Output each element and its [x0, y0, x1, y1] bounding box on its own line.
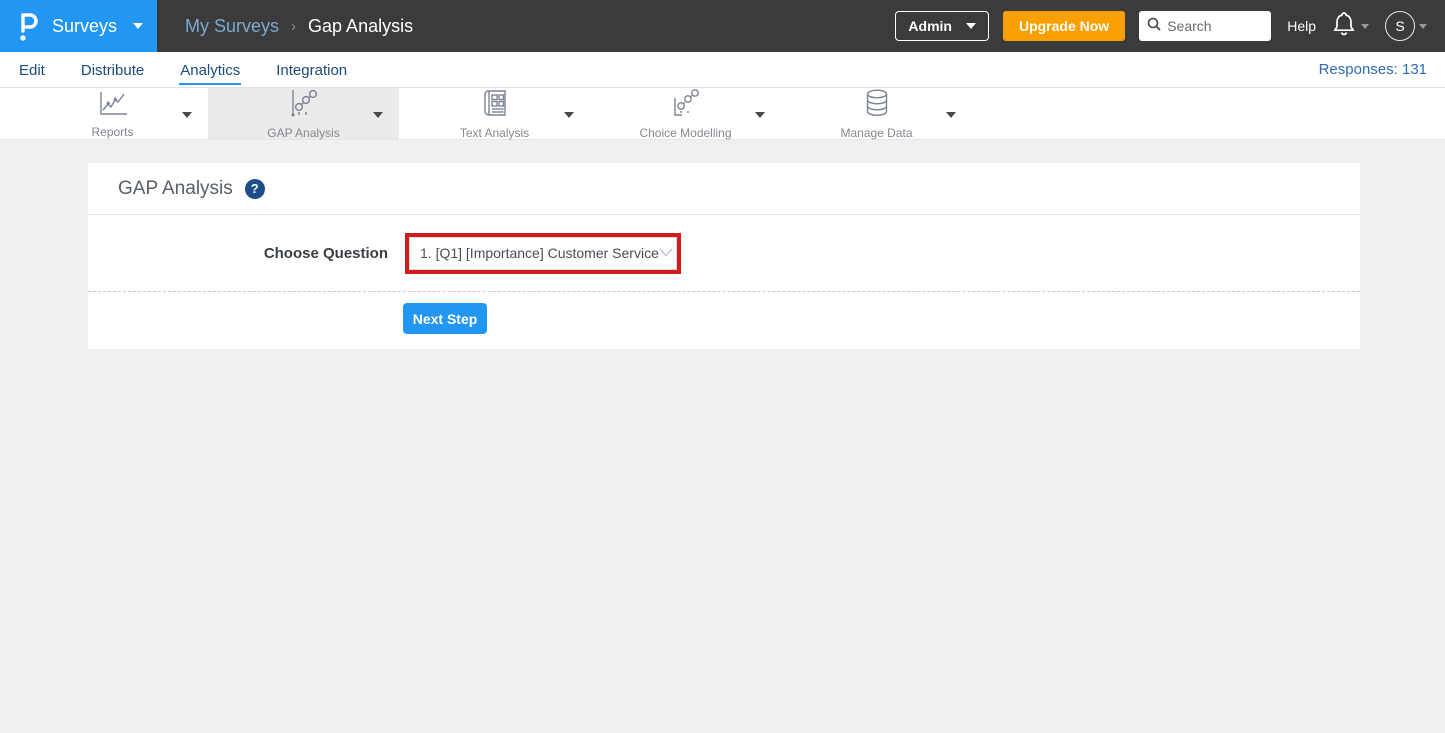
breadcrumb-current: Gap Analysis — [308, 16, 413, 37]
chevron-down-icon — [659, 244, 673, 262]
tab-text-analysis[interactable]: Text Analysis — [399, 88, 590, 139]
tab-dropdown-caret-icon[interactable] — [182, 112, 192, 118]
breadcrumb-separator-icon: › — [291, 18, 296, 35]
tab-reports[interactable]: Reports — [17, 88, 208, 139]
tab-manage-data[interactable]: Manage Data — [781, 88, 972, 139]
responses-count: Responses: 131 — [1319, 61, 1427, 78]
tab-dropdown-caret-icon[interactable] — [946, 112, 956, 118]
chevron-down-icon — [1419, 24, 1427, 29]
admin-menu-button[interactable]: Admin — [895, 11, 989, 41]
chevron-down-icon — [133, 23, 143, 29]
search-icon — [1147, 17, 1161, 36]
database-icon — [862, 88, 892, 123]
gap-analysis-panel: GAP Analysis ? Choose Question 1. [Q1] [… — [88, 163, 1360, 349]
choose-question-row: Choose Question 1. [Q1] [Importance] Cus… — [88, 215, 1360, 291]
newspaper-icon — [479, 88, 511, 123]
choose-question-label: Choose Question — [88, 245, 388, 262]
tab-edit[interactable]: Edit — [18, 55, 46, 85]
breadcrumb-my-surveys[interactable]: My Surveys — [185, 16, 279, 37]
search-input[interactable] — [1167, 18, 1257, 34]
panel-header: GAP Analysis ? — [88, 163, 1360, 215]
survey-nav: Edit Distribute Analytics Integration Re… — [0, 52, 1445, 88]
help-link[interactable]: Help — [1287, 18, 1316, 34]
tab-dropdown-caret-icon[interactable] — [755, 112, 765, 118]
tab-choice-modelling[interactable]: Choice Modelling — [590, 88, 781, 139]
line-chart-icon — [95, 89, 131, 122]
scatter-chart-icon — [286, 88, 322, 123]
product-name: Surveys — [52, 16, 123, 37]
question-select-value: 1. [Q1] [Importance] Customer Service — [420, 245, 659, 261]
tab-integration[interactable]: Integration — [275, 55, 348, 85]
chevron-down-icon — [1361, 24, 1369, 29]
page-background: GAP Analysis ? Choose Question 1. [Q1] [… — [0, 163, 1445, 733]
notifications-menu[interactable] — [1332, 11, 1369, 42]
proprofs-logo-icon — [16, 9, 42, 43]
question-select[interactable]: 1. [Q1] [Importance] Customer Service — [409, 237, 677, 270]
account-menu[interactable]: S — [1385, 11, 1427, 41]
tab-label: GAP Analysis — [267, 126, 339, 140]
tab-label: Reports — [91, 125, 133, 139]
annotation-highlight-box: 1. [Q1] [Importance] Customer Service — [405, 233, 681, 274]
bubble-chart-icon — [668, 88, 704, 123]
chevron-down-icon — [966, 23, 976, 29]
breadcrumb: My Surveys › Gap Analysis — [185, 16, 413, 37]
bell-icon — [1332, 11, 1356, 42]
page-title: GAP Analysis — [118, 178, 233, 200]
analytics-tab-bar: Reports GAP Analysis — [0, 88, 1445, 140]
next-step-button[interactable]: Next Step — [403, 303, 487, 334]
product-switcher[interactable]: Surveys — [0, 0, 157, 52]
tab-gap-analysis[interactable]: GAP Analysis — [208, 88, 399, 139]
tab-label: Choice Modelling — [639, 126, 731, 140]
tab-dropdown-caret-icon[interactable] — [564, 112, 574, 118]
question-mark-icon[interactable]: ? — [245, 179, 265, 199]
admin-label: Admin — [908, 18, 952, 34]
button-row: Next Step — [88, 292, 1360, 349]
tab-label: Text Analysis — [460, 126, 529, 140]
tab-distribute[interactable]: Distribute — [80, 55, 145, 85]
topbar-actions: Admin Upgrade Now Help S — [895, 11, 1445, 42]
search-box[interactable] — [1139, 11, 1271, 41]
top-bar: Surveys My Surveys › Gap Analysis Admin … — [0, 0, 1445, 52]
tab-label: Manage Data — [840, 126, 912, 140]
upgrade-now-button[interactable]: Upgrade Now — [1003, 11, 1125, 41]
avatar: S — [1385, 11, 1415, 41]
tab-dropdown-caret-icon[interactable] — [373, 112, 383, 118]
tab-analytics[interactable]: Analytics — [179, 55, 241, 85]
